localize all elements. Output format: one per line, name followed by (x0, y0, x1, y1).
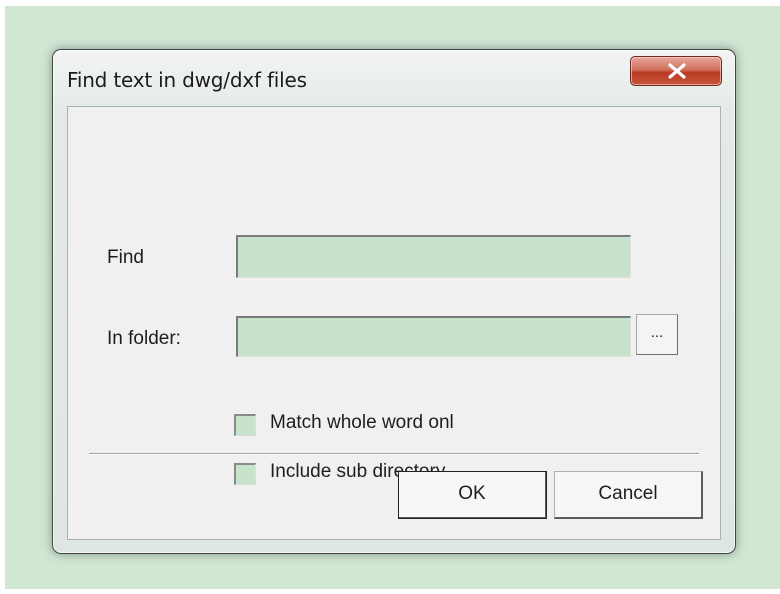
find-text-dialog: Find text in dwg/dxf files Find In folde… (52, 49, 736, 554)
ok-button[interactable]: OK (398, 471, 547, 519)
dialog-title: Find text in dwg/dxf files (67, 68, 307, 92)
close-icon (668, 63, 686, 79)
browse-folder-button[interactable]: ... (636, 314, 678, 355)
cancel-button[interactable]: Cancel (554, 471, 703, 519)
find-label: Find (107, 247, 144, 268)
match-whole-word-label: Match whole word onl (270, 412, 454, 433)
folder-label: In folder: (107, 328, 181, 349)
match-whole-word-option[interactable]: Match whole word onl (234, 412, 534, 438)
find-input[interactable] (236, 235, 631, 278)
match-whole-word-checkbox[interactable] (234, 414, 256, 436)
divider (89, 453, 699, 455)
dialog-client-area: Find In folder: ... Match whole word onl… (67, 106, 721, 540)
close-button[interactable] (630, 56, 722, 86)
include-sub-directory-checkbox[interactable] (234, 463, 256, 485)
folder-input[interactable] (236, 316, 631, 357)
